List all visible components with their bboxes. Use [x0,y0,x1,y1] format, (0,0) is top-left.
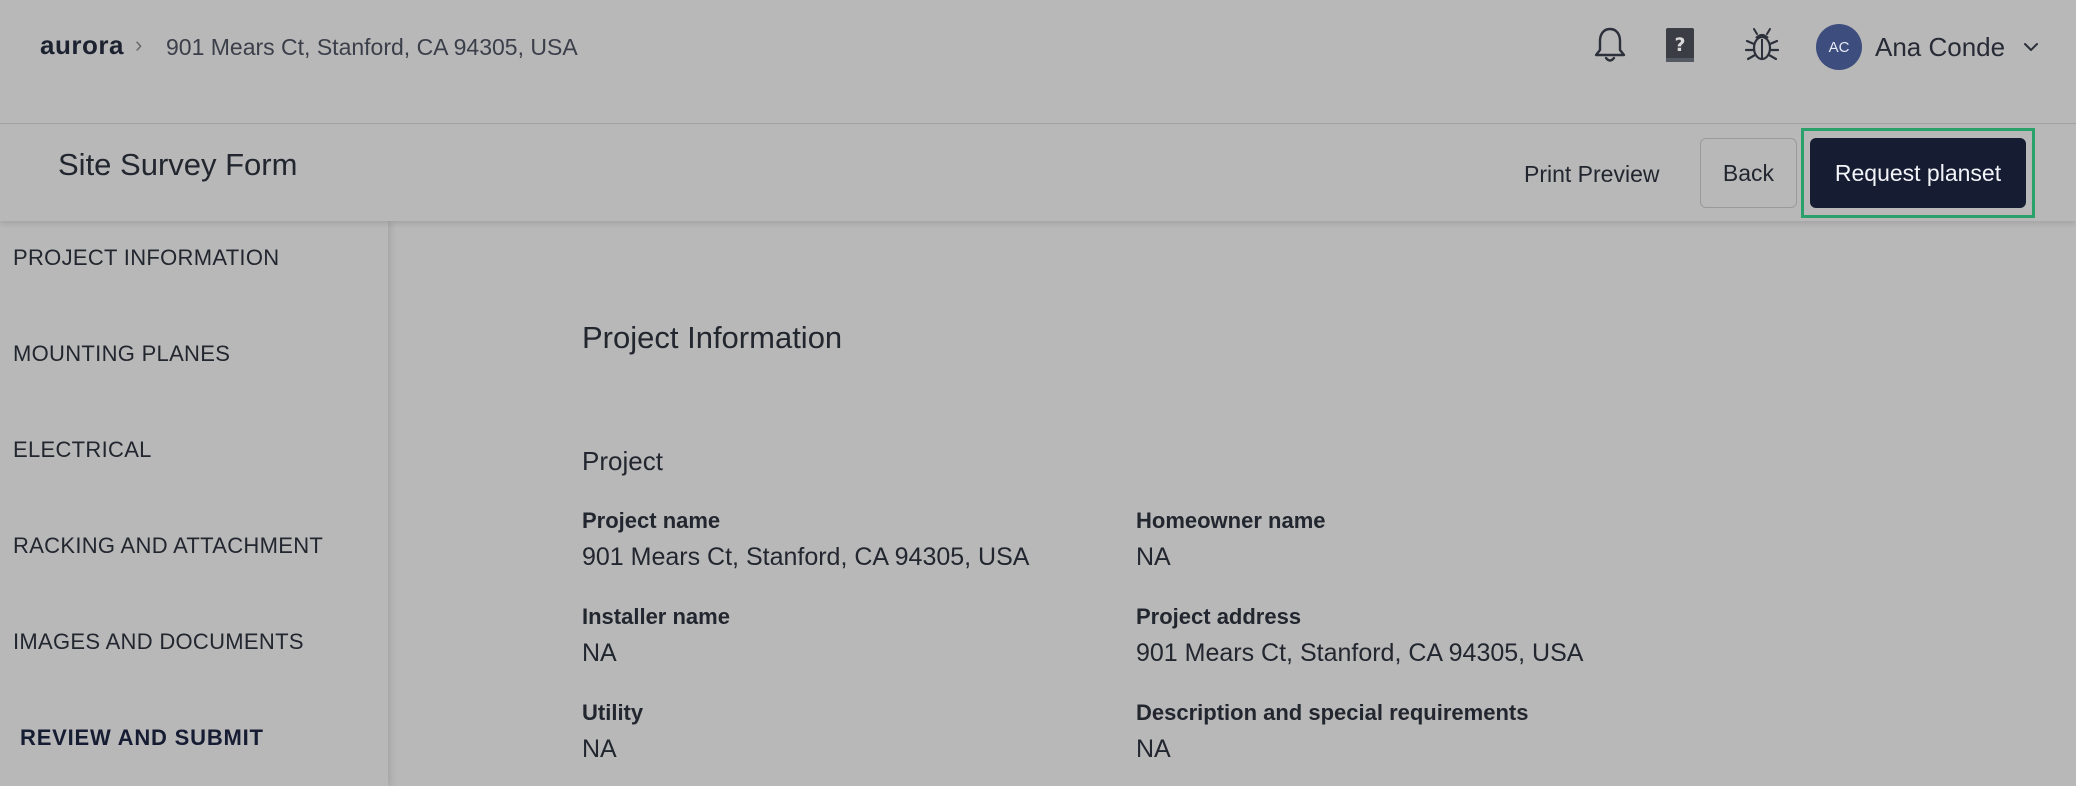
form-sidebar: PROJECT INFORMATION MOUNTING PLANES ELEC… [0,221,388,786]
back-button[interactable]: Back [1700,138,1797,208]
top-header: aurora › 901 Mears Ct, Stanford, CA 9430… [0,0,2076,124]
user-name[interactable]: Ana Conde [1875,32,2005,63]
svg-text:?: ? [1674,34,1685,56]
request-planset-button[interactable]: Request planset [1810,138,2026,208]
description-label: Description and special requirements [1136,700,1529,725]
description-value: NA [1136,735,1171,763]
sidebar-item-project-information[interactable]: PROJECT INFORMATION [13,245,279,271]
sidebar-item-review-and-submit[interactable]: REVIEW AND SUBMIT [20,725,264,751]
print-preview-button[interactable]: Print Preview [1508,151,1675,197]
aurora-logo[interactable]: aurora [40,30,124,61]
chevron-down-icon[interactable] [2023,42,2039,52]
sidebar-item-mounting-planes[interactable]: MOUNTING PLANES [13,341,230,367]
main-content: Project Information Project Project name… [390,221,2076,786]
form-header: Site Survey Form Print Preview Back Requ… [0,125,2076,221]
installer-name-label: Installer name [582,604,730,629]
bell-icon[interactable] [1590,22,1630,68]
group-title: Project [582,446,663,476]
breadcrumb-separator-icon: › [135,32,143,57]
breadcrumb-address[interactable]: 901 Mears Ct, Stanford, CA 94305, USA [166,34,578,61]
project-address-label: Project address [1136,604,1302,629]
bug-icon[interactable] [1742,22,1782,68]
homeowner-name-label: Homeowner name [1136,508,1326,533]
project-name-value: 901 Mears Ct, Stanford, CA 94305, USA [582,543,1030,571]
request-planset-highlight: Request planset [1801,128,2035,218]
sidebar-item-electrical[interactable]: ELECTRICAL [13,437,152,463]
utility-value: NA [582,735,617,763]
help-book-icon[interactable]: ? [1660,22,1700,68]
homeowner-name-value: NA [1136,543,1171,571]
avatar[interactable]: AC [1816,24,1862,70]
user-menu[interactable]: AC Ana Conde [1816,24,2039,70]
project-name-label: Project name [582,508,721,533]
project-address-value: 901 Mears Ct, Stanford, CA 94305, USA [1136,639,1584,667]
installer-name-value: NA [582,639,617,667]
utility-label: Utility [582,700,644,725]
section-title: Project Information [582,320,843,355]
sidebar-item-racking-and-attachment[interactable]: RACKING AND ATTACHMENT [13,533,323,559]
page-title: Site Survey Form [58,147,298,182]
app-root: aurora › 901 Mears Ct, Stanford, CA 9430… [0,0,2076,786]
sidebar-item-images-and-documents[interactable]: IMAGES AND DOCUMENTS [13,629,304,655]
